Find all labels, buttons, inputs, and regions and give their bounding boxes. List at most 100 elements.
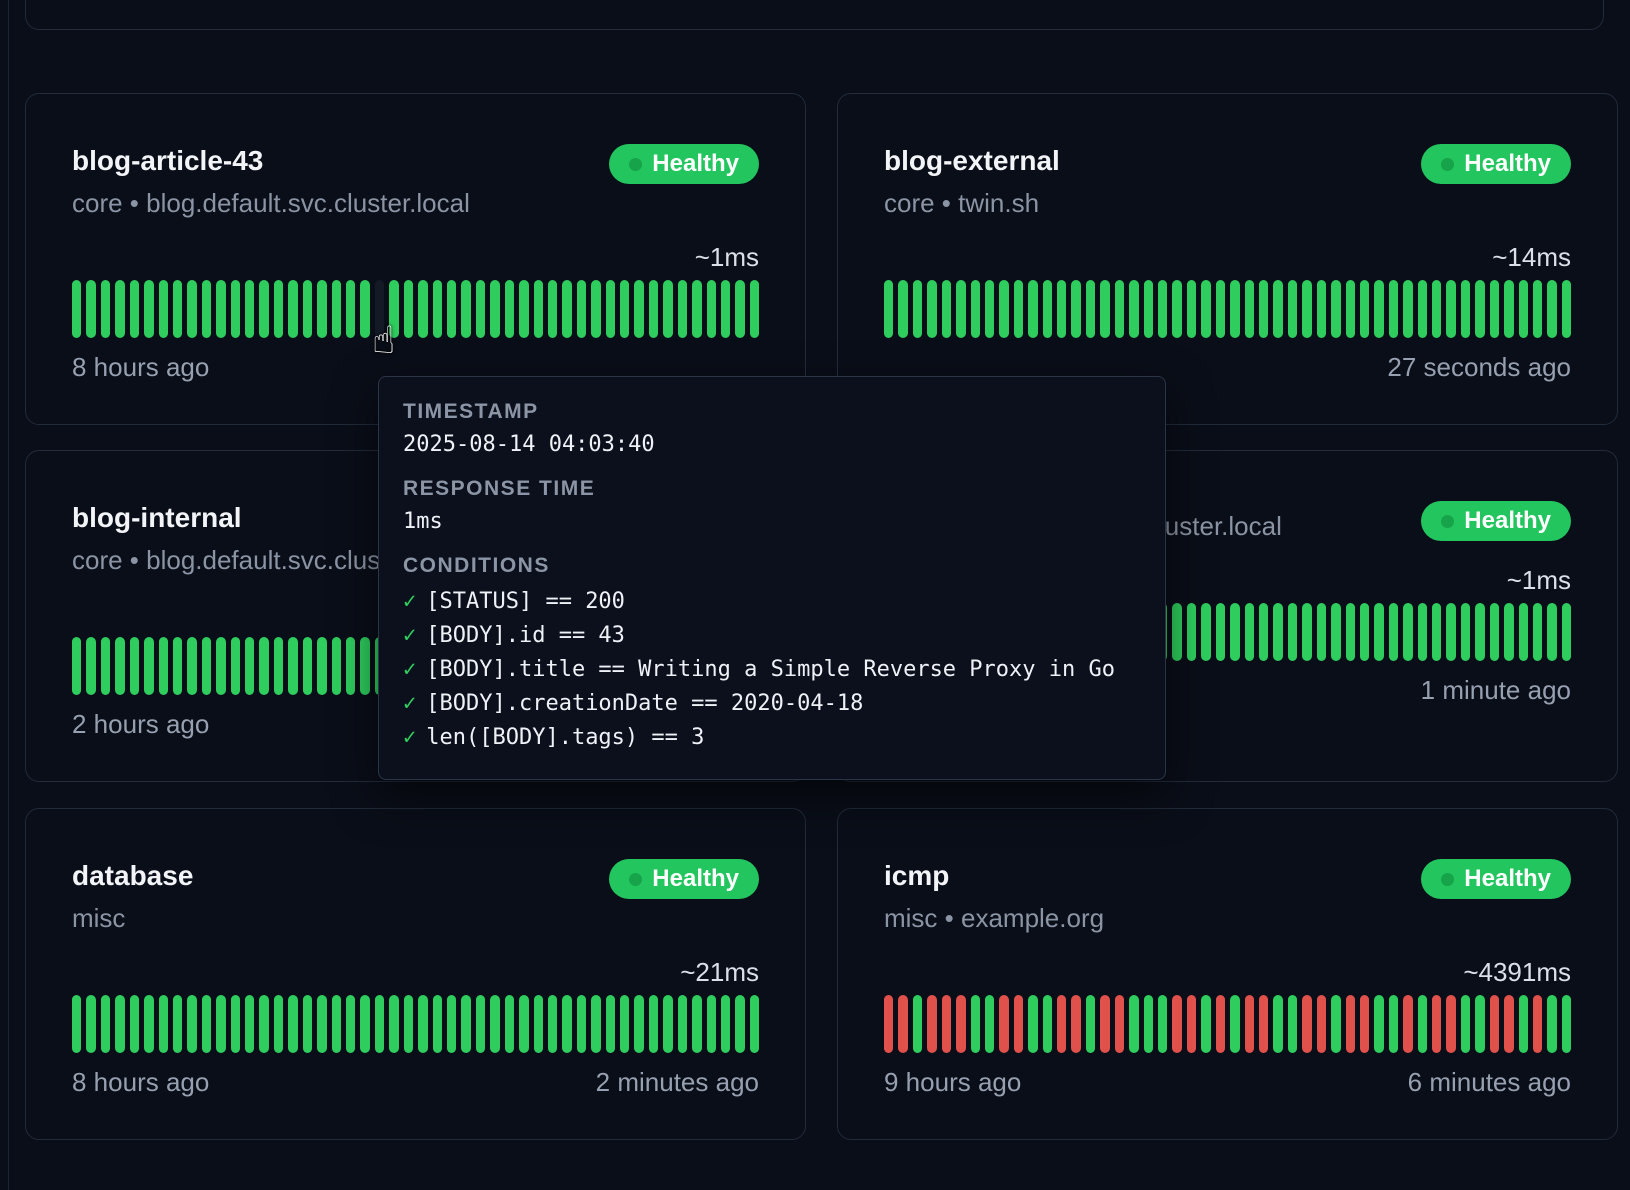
health-bar-up[interactable] — [274, 637, 283, 695]
health-bar-down[interactable] — [927, 995, 936, 1053]
health-bar-up[interactable] — [288, 637, 297, 695]
health-bar-up[interactable] — [1490, 603, 1499, 661]
health-bar-down[interactable] — [942, 995, 951, 1053]
health-bar-up[interactable] — [1172, 603, 1181, 661]
health-bar-up[interactable] — [1519, 995, 1528, 1053]
health-bar-up[interactable] — [1086, 280, 1095, 338]
health-bar-up[interactable] — [663, 995, 672, 1053]
health-bar-up[interactable] — [505, 280, 514, 338]
health-bar-down[interactable] — [1490, 995, 1499, 1053]
health-bar-down[interactable] — [1245, 995, 1254, 1053]
health-bar-up[interactable] — [1547, 280, 1556, 338]
health-bar-up[interactable] — [130, 995, 139, 1053]
health-bar-up[interactable] — [216, 637, 225, 695]
health-bar-up[interactable] — [534, 280, 543, 338]
health-bar-up[interactable] — [620, 995, 629, 1053]
health-bar-up[interactable] — [173, 280, 182, 338]
health-bar-up[interactable] — [447, 280, 456, 338]
health-bar-up[interactable] — [1446, 280, 1455, 338]
endpoint-title[interactable]: icmp — [884, 859, 1104, 893]
health-bar-up[interactable] — [1302, 280, 1311, 338]
health-bar-up[interactable] — [1461, 995, 1470, 1053]
health-bar-up[interactable] — [274, 280, 283, 338]
health-bar-up[interactable] — [577, 995, 586, 1053]
health-bar-up[interactable] — [1475, 995, 1484, 1053]
health-bar-down[interactable] — [1014, 995, 1023, 1053]
health-bar-up[interactable] — [1216, 280, 1225, 338]
health-bar-up[interactable] — [1346, 603, 1355, 661]
health-bar-down[interactable] — [1115, 995, 1124, 1053]
health-bar-up[interactable] — [707, 280, 716, 338]
health-bar-up[interactable] — [288, 280, 297, 338]
health-bar-up[interactable] — [1331, 995, 1340, 1053]
health-bar-up[interactable] — [534, 995, 543, 1053]
health-bar-up[interactable] — [317, 280, 326, 338]
health-bar-up[interactable] — [389, 995, 398, 1053]
health-bar-up[interactable] — [1490, 280, 1499, 338]
health-bar-up[interactable] — [1043, 995, 1052, 1053]
health-bar-up[interactable] — [884, 280, 893, 338]
health-bar-down[interactable] — [1187, 995, 1196, 1053]
health-bar-up[interactable] — [692, 995, 701, 1053]
health-bar-down[interactable] — [1216, 995, 1225, 1053]
health-bar-up[interactable] — [461, 995, 470, 1053]
health-bar-up[interactable] — [1245, 603, 1254, 661]
health-bar-up[interactable] — [1461, 280, 1470, 338]
health-bar-up[interactable] — [1461, 603, 1470, 661]
health-bar-up[interactable] — [202, 280, 211, 338]
health-bar-up[interactable] — [101, 280, 110, 338]
health-bar-up[interactable] — [317, 637, 326, 695]
health-bar-up[interactable] — [1446, 603, 1455, 661]
health-bar-up[interactable] — [1403, 603, 1412, 661]
health-bar-up[interactable] — [259, 280, 268, 338]
health-bar-up[interactable] — [620, 280, 629, 338]
health-bar-up[interactable] — [999, 280, 1008, 338]
health-bar-up[interactable] — [1273, 280, 1282, 338]
health-bar-down[interactable] — [956, 995, 965, 1053]
health-bar-up[interactable] — [115, 637, 124, 695]
health-bar-up[interactable] — [1144, 280, 1153, 338]
health-bar-up[interactable] — [130, 280, 139, 338]
health-bar-up[interactable] — [1374, 603, 1383, 661]
health-bar-up[interactable] — [404, 995, 413, 1053]
health-bar-up[interactable] — [735, 280, 744, 338]
health-bar-up[interactable] — [678, 280, 687, 338]
health-bar-up[interactable] — [1259, 280, 1268, 338]
health-bar-up[interactable] — [1230, 995, 1239, 1053]
health-bar-down[interactable] — [1533, 995, 1542, 1053]
health-bar-up[interactable] — [346, 995, 355, 1053]
health-bar-up[interactable] — [86, 280, 95, 338]
health-bar-down[interactable] — [1504, 995, 1513, 1053]
health-bar-up[interactable] — [1475, 603, 1484, 661]
health-bar-down[interactable] — [1071, 995, 1080, 1053]
health-bar-up[interactable] — [332, 995, 341, 1053]
health-bar-up[interactable] — [159, 637, 168, 695]
health-bar-up[interactable] — [1230, 603, 1239, 661]
health-bar-down[interactable] — [1432, 995, 1441, 1053]
health-bar-up[interactable] — [634, 995, 643, 1053]
health-bar-up[interactable] — [591, 995, 600, 1053]
health-bar-up[interactable] — [649, 995, 658, 1053]
health-bar-up[interactable] — [1172, 280, 1181, 338]
health-bar-up[interactable] — [86, 637, 95, 695]
health-bar-up[interactable] — [1418, 280, 1427, 338]
health-bar-up[interactable] — [721, 995, 730, 1053]
health-bar-up[interactable] — [562, 280, 571, 338]
health-bar-up[interactable] — [476, 280, 485, 338]
health-bar-up[interactable] — [144, 280, 153, 338]
health-bar-down[interactable] — [1302, 995, 1311, 1053]
health-bar-up[interactable] — [1504, 280, 1513, 338]
health-bar-up[interactable] — [1389, 995, 1398, 1053]
health-bar-up[interactable] — [245, 637, 254, 695]
health-bar-up[interactable] — [750, 995, 759, 1053]
health-bar-down[interactable] — [1317, 995, 1326, 1053]
health-bar-up[interactable] — [985, 280, 994, 338]
health-bar-up[interactable] — [1418, 603, 1427, 661]
health-bar-up[interactable] — [303, 637, 312, 695]
health-bar-down[interactable] — [999, 995, 1008, 1053]
health-bar-up[interactable] — [1043, 280, 1052, 338]
health-bar-up[interactable] — [649, 280, 658, 338]
health-bar-up[interactable] — [1245, 280, 1254, 338]
health-bar-up[interactable] — [231, 995, 240, 1053]
health-bar-up[interactable] — [332, 280, 341, 338]
